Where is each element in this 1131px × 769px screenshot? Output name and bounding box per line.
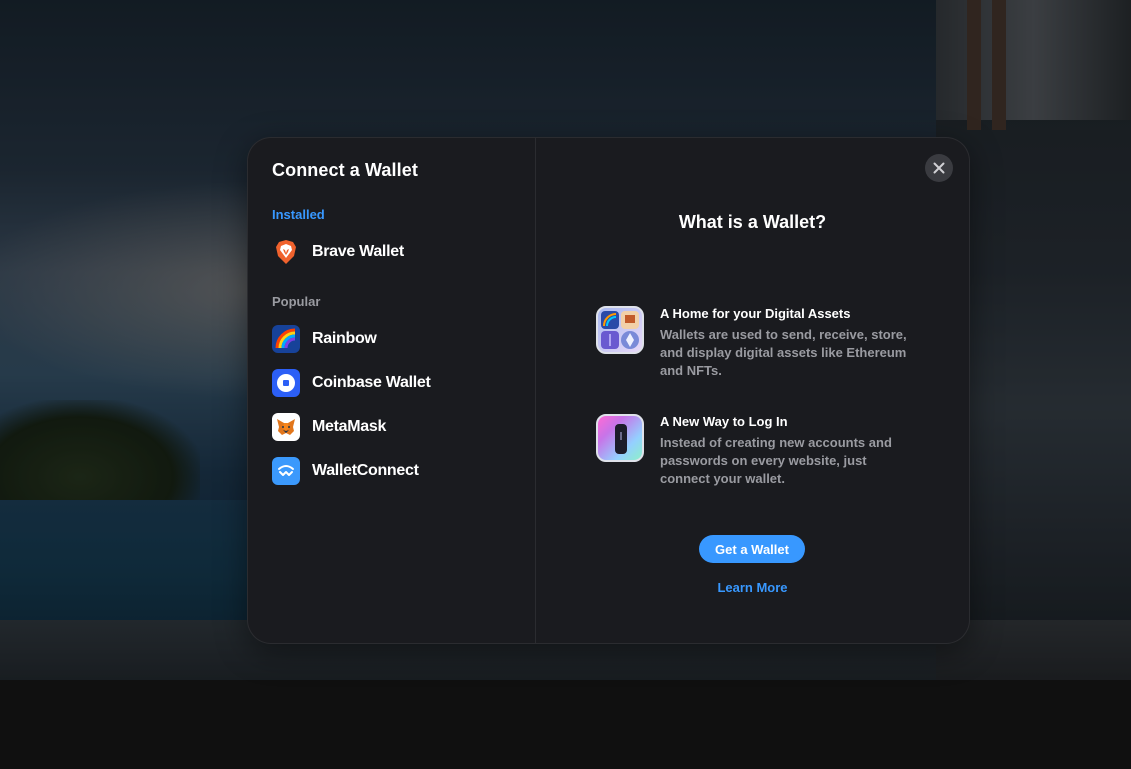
wallet-option-rainbow[interactable]: Rainbow bbox=[272, 317, 535, 361]
feature-text: A New Way to Log In Instead of creating … bbox=[660, 414, 916, 488]
group-label-popular: Popular bbox=[272, 294, 321, 309]
wallet-list-pane: Connect a Wallet Installed Brave Wallet … bbox=[248, 138, 536, 643]
feature-title: A Home for your Digital Assets bbox=[660, 306, 851, 321]
wallet-option-metamask[interactable]: MetaMask bbox=[272, 405, 535, 449]
feature-description: Instead of creating new accounts and pas… bbox=[660, 435, 892, 486]
feature-title: A New Way to Log In bbox=[660, 414, 788, 429]
metamask-fox-icon bbox=[272, 413, 300, 441]
wallet-label: Brave Wallet bbox=[312, 243, 404, 260]
brave-lion-icon bbox=[272, 238, 300, 266]
login-key-icon bbox=[596, 414, 644, 462]
digital-assets-icon bbox=[596, 306, 644, 354]
wallet-option-brave[interactable]: Brave Wallet bbox=[272, 230, 535, 274]
feature-digital-assets: A Home for your Digital Assets Wallets a… bbox=[596, 306, 916, 380]
wallet-label: WalletConnect bbox=[312, 462, 419, 479]
close-button[interactable] bbox=[925, 154, 953, 182]
wallet-label: MetaMask bbox=[312, 418, 387, 435]
wallet-label: Rainbow bbox=[312, 330, 377, 347]
learn-more-link[interactable]: Learn More bbox=[536, 580, 969, 595]
close-icon bbox=[933, 162, 945, 174]
rainbow-icon bbox=[272, 325, 300, 353]
modal-title: Connect a Wallet bbox=[272, 160, 418, 180]
wallet-info-pane: What is a Wallet? A Home for your Digita… bbox=[536, 138, 969, 643]
walletconnect-icon bbox=[272, 457, 300, 485]
wallet-option-walletconnect[interactable]: WalletConnect bbox=[272, 449, 535, 493]
info-title: What is a Wallet? bbox=[678, 212, 827, 232]
connect-wallet-modal: Connect a Wallet Installed Brave Wallet … bbox=[247, 137, 970, 644]
feature-text: A Home for your Digital Assets Wallets a… bbox=[660, 306, 916, 380]
get-a-wallet-button[interactable]: Get a Wallet bbox=[699, 535, 805, 563]
coinbase-icon bbox=[272, 369, 300, 397]
feature-description: Wallets are used to send, receive, store… bbox=[660, 327, 907, 378]
wallet-option-coinbase[interactable]: Coinbase Wallet bbox=[272, 361, 535, 405]
feature-login: A New Way to Log In Instead of creating … bbox=[596, 414, 916, 488]
group-label-installed: Installed bbox=[272, 207, 325, 222]
wallet-label: Coinbase Wallet bbox=[312, 374, 431, 391]
